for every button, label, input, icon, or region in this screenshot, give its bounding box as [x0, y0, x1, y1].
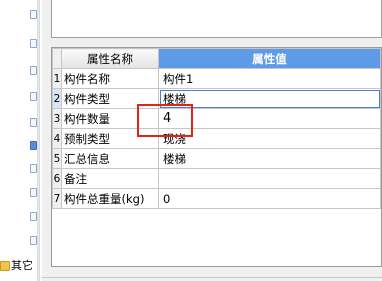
tree-node-icon[interactable] [30, 10, 37, 19]
property-value-cell[interactable]: 构件1 [158, 68, 381, 89]
folder-icon [0, 261, 10, 271]
table-row[interactable]: 1 构件名称 构件1 [52, 68, 381, 89]
row-index: 2 [52, 88, 62, 109]
table-row[interactable]: 4 预制类型 现浇 [52, 128, 381, 149]
panel-splitter[interactable] [37, 0, 40, 281]
table-row[interactable]: 6 备注 [52, 168, 381, 189]
property-value-cell[interactable] [158, 168, 381, 189]
table-row[interactable]: 7 构件总重量(kg) 0 [52, 188, 381, 209]
tree-node-icon[interactable] [30, 39, 37, 48]
row-index: 3 [52, 108, 62, 129]
row-index: 7 [52, 188, 62, 209]
property-value-cell[interactable]: 4 [158, 108, 381, 129]
row-index: 5 [52, 148, 62, 169]
table-row[interactable]: 2 构件类型 楼梯 [52, 88, 381, 109]
property-grid: 属性名称 属性值 1 构件名称 构件1 2 构件类型 楼梯 3 构件数量 4 4… [51, 47, 382, 267]
row-index: 1 [52, 68, 62, 89]
property-value-header[interactable]: 属性值 [158, 48, 381, 69]
preview-box [51, 0, 382, 38]
property-name-cell: 汇总信息 [61, 148, 159, 169]
property-name-cell: 预制类型 [61, 128, 159, 149]
tree-node-icon[interactable] [30, 118, 37, 127]
tree-node-icon[interactable] [30, 188, 37, 197]
tree-node-icon-selected[interactable] [30, 141, 37, 150]
property-panel: 属性名称 属性值 1 构件名称 构件1 2 构件类型 楼梯 3 构件数量 4 4… [42, 0, 382, 281]
property-name-cell: 备注 [61, 168, 159, 189]
table-row[interactable]: 3 构件数量 4 [52, 108, 381, 129]
property-value-cell[interactable]: 楼梯 [158, 88, 381, 109]
tree-node-icon[interactable] [30, 164, 37, 173]
divider [42, 277, 382, 278]
property-name-cell: 构件名称 [61, 68, 159, 89]
row-index: 6 [52, 168, 62, 189]
tree-node-icon[interactable] [30, 236, 37, 245]
tree-node-icon[interactable] [30, 92, 37, 101]
property-name-cell: 构件类型 [61, 88, 159, 109]
row-index: 4 [52, 128, 62, 149]
property-name-header[interactable]: 属性名称 [61, 48, 159, 69]
left-tree-panel: 其它 [0, 0, 37, 281]
tree-node-icon[interactable] [30, 66, 37, 75]
property-value-cell[interactable]: 0 [158, 188, 381, 209]
table-row[interactable]: 5 汇总信息 楼梯 [52, 148, 381, 169]
property-value-cell[interactable]: 现浇 [158, 128, 381, 149]
tree-item-other[interactable]: 其它 [11, 257, 33, 273]
property-name-cell: 构件数量 [61, 108, 159, 129]
row-index-header [52, 48, 62, 69]
property-name-cell: 构件总重量(kg) [61, 188, 159, 209]
property-value-cell[interactable]: 楼梯 [158, 148, 381, 169]
tree-node-icon[interactable] [30, 212, 37, 221]
